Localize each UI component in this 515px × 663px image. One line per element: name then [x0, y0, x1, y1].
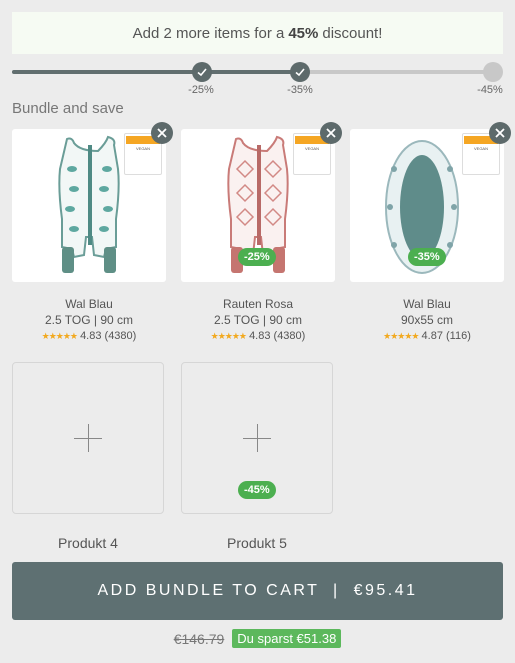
product-name: Wal Blau — [65, 297, 113, 311]
slot-4-label: Produkt 4 — [58, 535, 118, 551]
step-2-label: -35% — [287, 84, 313, 96]
star-rating-icon: ★★★★★ — [41, 331, 78, 341]
savings-badge: Du sparst €51.38 — [232, 629, 342, 648]
remove-product-3-button[interactable] — [489, 122, 511, 144]
product-card-2[interactable]: VEGAN -25% — [181, 122, 342, 282]
price-summary: €146.79 Du sparst €51.38 — [0, 629, 515, 648]
original-price: €146.79 — [173, 630, 225, 647]
step-1-check-icon — [192, 62, 212, 82]
banner-prefix: Add 2 more items for a — [132, 24, 285, 42]
product-info-1: Wal Blau 2.5 TOG | 90 cm ★★★★★ 4.83 (438… — [12, 296, 166, 344]
product-variant: 2.5 TOG | 90 cm — [44, 313, 134, 327]
discount-banner: Add 2 more items for a 45% discount! — [12, 12, 503, 54]
product-variant: 2.5 TOG | 90 cm — [213, 313, 303, 327]
discount-progress-track — [12, 70, 493, 74]
cta-label: ADD BUNDLE TO CART | €95.41 — [97, 582, 418, 599]
discount-badge-2: -25% — [238, 248, 276, 266]
discount-badge-5: -45% — [238, 481, 276, 499]
close-icon — [326, 128, 336, 138]
star-rating-icon: ★★★★★ — [210, 331, 247, 341]
banner-suffix: discount! — [322, 24, 383, 42]
add-product-4-slot[interactable] — [12, 362, 164, 514]
product-image-1: VEGAN — [12, 129, 166, 282]
product-info-2: Rauten Rosa 2.5 TOG | 90 cm ★★★★★ 4.83 (… — [181, 296, 335, 344]
step-2-check-icon — [290, 62, 310, 82]
product-variant: 90x55 cm — [400, 313, 454, 327]
banner-discount: 45% — [288, 24, 319, 42]
product-rating: ★★★★★ 4.87 (116) — [383, 330, 471, 342]
product-card-1[interactable]: VEGAN — [12, 122, 173, 282]
product-name: Wal Blau — [403, 297, 451, 311]
add-product-5-slot[interactable]: -45% — [181, 362, 333, 514]
remove-product-1-button[interactable] — [151, 122, 173, 144]
add-bundle-to-cart-button[interactable]: ADD BUNDLE TO CART | €95.41 — [12, 562, 503, 620]
step-1-label: -25% — [188, 84, 214, 96]
step-3-dot — [483, 62, 503, 82]
product-name: Rauten Rosa — [222, 297, 294, 311]
remove-product-2-button[interactable] — [320, 122, 342, 144]
close-icon — [495, 128, 505, 138]
star-rating-icon: ★★★★★ — [383, 331, 419, 341]
discount-badge-3: -35% — [408, 248, 446, 266]
product-info-3: Wal Blau 90x55 cm ★★★★★ 4.87 (116) — [350, 296, 504, 344]
product-card-3[interactable]: VEGAN -35% — [350, 122, 511, 282]
slot-5-label: Produkt 5 — [227, 535, 287, 551]
section-title: Bundle and save — [12, 100, 124, 117]
step-3-label: -45% — [477, 84, 503, 96]
product-rating: ★★★★★ 4.83 (4380) — [41, 330, 137, 342]
product-rating: ★★★★★ 4.83 (4380) — [210, 330, 306, 342]
discount-progress-fill — [12, 70, 301, 74]
close-icon — [157, 128, 167, 138]
